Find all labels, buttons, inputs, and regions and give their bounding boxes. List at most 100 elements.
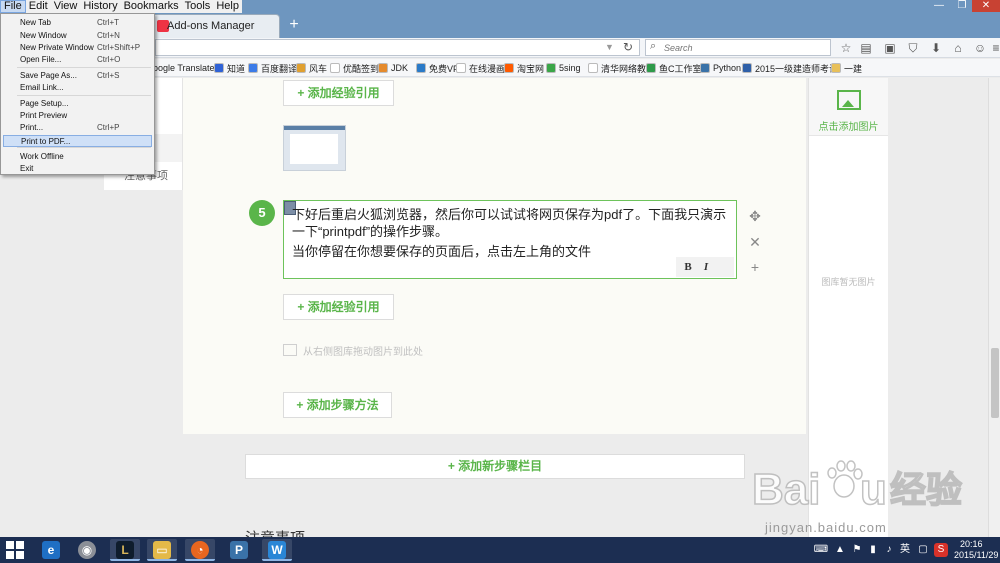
tab-addons-manager[interactable]: Add-ons Manager <box>150 14 280 38</box>
menu-view[interactable]: View <box>50 0 81 13</box>
move-icon[interactable]: ✥ <box>747 208 763 224</box>
thumbnail-titlebar <box>284 126 345 130</box>
file-menu-item[interactable]: New Tab Ctrl+T <box>3 17 152 29</box>
sogou-icon[interactable]: S <box>934 543 948 557</box>
file-explorer-icon: ▭ <box>153 541 171 559</box>
home-icon[interactable]: ⌂ <box>950 40 966 56</box>
bookmark-favicon-icon <box>330 63 340 73</box>
file-menu-item[interactable]: Print to PDF... <box>3 135 152 147</box>
bookmark-item[interactable]: 知道 <box>214 61 245 75</box>
search-box[interactable]: ⌕ <box>645 39 831 56</box>
taskbar-firefox[interactable]: ◔ <box>185 539 215 561</box>
add-reference-button-2[interactable]: + 添加经验引用 <box>283 294 394 320</box>
bookmark-item[interactable]: 优酷签到 <box>330 61 379 75</box>
url-bar[interactable] <box>155 39 640 56</box>
bookmark-label: 5sing <box>559 63 581 73</box>
pocket-icon[interactable]: ⛉ <box>905 40 921 56</box>
minimize-button[interactable]: — <box>926 0 952 12</box>
clock-date[interactable]: 2015/11/29 <box>954 550 998 560</box>
bookmark-item[interactable]: 百度翻译 <box>248 61 297 75</box>
game-launcher-icon: L <box>116 541 134 559</box>
bookmarks-menu-icon[interactable]: ▣ <box>882 40 898 56</box>
add-section-button[interactable]: + 添加新步骤栏目 <box>245 454 745 479</box>
bookmark-item[interactable]: 风车 <box>296 61 327 75</box>
taskbar-explorer[interactable]: ▭ <box>147 539 177 561</box>
menu-help[interactable]: Help <box>213 0 242 13</box>
menu-history[interactable]: History <box>80 0 121 13</box>
bookmark-item[interactable]: 淘宝网 <box>504 61 544 75</box>
bold-button[interactable]: B <box>680 259 696 275</box>
step-text-editor[interactable]: 下好后重启火狐浏览器，然后你可以试试将网页保存为pdf了。下面我只演示一下“pr… <box>283 200 737 279</box>
file-menu-item[interactable]: Open File... Ctrl+O <box>3 54 152 66</box>
volume-icon[interactable]: ♪ <box>882 543 896 557</box>
clock-time[interactable]: 20:16 <box>960 539 983 549</box>
menu-icon[interactable]: ≡ <box>988 40 1000 56</box>
add-step-icon[interactable]: + <box>747 259 763 275</box>
url-dropdown-icon[interactable]: ▼ <box>605 42 614 52</box>
scrollbar-thumb[interactable] <box>991 348 999 418</box>
taskbar-lol[interactable]: L <box>110 539 140 561</box>
menu-edit[interactable]: Edit <box>25 0 51 13</box>
reload-icon[interactable]: ↻ <box>623 40 633 54</box>
windows-start-icon[interactable] <box>6 541 24 559</box>
bookmark-label: oogle Translate <box>153 63 215 73</box>
add-step-method-button[interactable]: + 添加步骤方法 <box>283 392 392 418</box>
firefox-icon: ◔ <box>191 541 209 559</box>
taskbar-media[interactable]: ◉ <box>72 539 102 561</box>
file-menu-item[interactable]: New Private Window Ctrl+Shift+P <box>3 42 152 54</box>
step-image-thumbnail[interactable] <box>283 125 346 171</box>
menu-tools[interactable]: Tools <box>181 0 214 13</box>
file-menu-item[interactable]: Save Page As... Ctrl+S <box>3 70 152 82</box>
step-text-line-1[interactable]: 下好后重启火狐浏览器，然后你可以试试将网页保存为pdf了。下面我只演示一下“pr… <box>292 206 732 240</box>
bookmark-item[interactable]: 在线漫画 <box>456 61 505 75</box>
search-input[interactable] <box>664 41 824 54</box>
menu-item-label: Email Link... <box>20 83 64 92</box>
bookmark-item[interactable]: Python <box>700 61 741 75</box>
file-menu-item[interactable]: Print Preview <box>3 110 152 122</box>
page-scrollbar[interactable] <box>988 78 1000 537</box>
file-menu-item[interactable]: Page Setup... <box>3 98 152 110</box>
menu-bookmarks[interactable]: Bookmarks <box>120 0 182 13</box>
hello-icon[interactable]: ☺ <box>972 40 988 56</box>
input-method-label[interactable]: 英 <box>898 543 912 557</box>
action-center-icon[interactable]: ⚑ <box>850 543 864 557</box>
bookmark-item[interactable]: 2015一级建造师考试 <box>742 61 838 75</box>
bookmark-item[interactable]: 一建 <box>831 61 862 75</box>
delete-icon[interactable]: ✕ <box>747 234 763 250</box>
keyboard-icon[interactable]: ⌨ <box>812 543 830 557</box>
media-player-icon: ◉ <box>78 541 96 559</box>
bookmark-item[interactable]: 鱼C工作室 <box>646 61 702 75</box>
file-menu-item[interactable]: Work Offline <box>3 151 152 163</box>
drag-image-hint: 从右侧图库拖动图片到此处 <box>283 342 423 358</box>
bookmark-item[interactable]: 5sing <box>546 61 581 75</box>
add-reference-button[interactable]: + 添加经验引用 <box>283 80 394 106</box>
step-text-line-2[interactable]: 当你停留在你想要保存的页面后，点击左上角的文件 <box>292 243 732 260</box>
bookmark-item[interactable]: JDK <box>378 61 408 75</box>
menu-item-label: Print Preview <box>20 111 68 120</box>
drag-hint-text: 从右侧图库拖动图片到此处 <box>303 346 423 358</box>
file-menu-item[interactable]: Exit <box>3 163 152 175</box>
close-window-button[interactable]: ✕ <box>972 0 1000 12</box>
taskbar-wps[interactable]: W <box>262 539 292 561</box>
maximize-button[interactable]: ❐ <box>953 0 971 12</box>
tray-expand-icon[interactable]: ▲ <box>834 543 846 557</box>
reading-list-icon[interactable]: ▤ <box>858 40 874 56</box>
network-icon[interactable]: ▮ <box>866 543 880 557</box>
bookmark-label: 百度翻译 <box>261 63 298 74</box>
italic-button[interactable]: I <box>698 259 714 275</box>
taskbar-python[interactable]: P <box>224 539 254 561</box>
download-icon[interactable]: ⬇ <box>928 40 944 56</box>
bookmark-favicon-icon <box>646 63 656 73</box>
bookmark-item[interactable]: 清华网络教学 <box>588 61 655 75</box>
file-menu-item[interactable]: New Window Ctrl+N <box>3 30 152 42</box>
file-menu-item[interactable]: Email Link... <box>3 82 152 94</box>
bookmark-star-icon[interactable]: ☆ <box>838 40 854 56</box>
menu-item-shortcut: Ctrl+O <box>97 55 121 64</box>
bookmark-label: 知道 <box>227 63 246 74</box>
file-menu-item[interactable]: Print... Ctrl+P <box>3 122 152 134</box>
chat-icon[interactable]: ▢ <box>916 543 930 557</box>
add-image-button[interactable]: 点击添加图片 <box>809 78 888 136</box>
new-tab-button[interactable]: + <box>284 15 304 35</box>
taskbar-ie[interactable]: e <box>36 539 66 561</box>
menu-file[interactable]: File <box>0 0 26 13</box>
